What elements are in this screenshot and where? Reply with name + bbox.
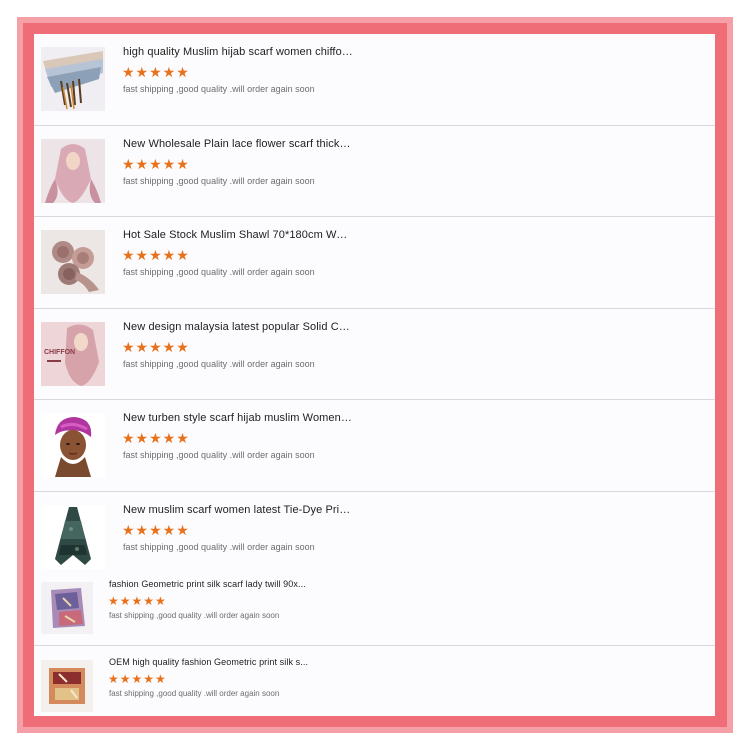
tie-dye-scarf-image — [41, 505, 105, 569]
review-comment: fast shipping ,good quality .will order … — [123, 542, 315, 552]
review-item[interactable]: New Wholesale Plain lace flower scarf th… — [34, 126, 715, 217]
star-rating: ★★★★★ — [122, 156, 190, 172]
review-item[interactable]: Hot Sale Stock Muslim Shawl 70*180cm Wom… — [34, 217, 715, 309]
oem-silk-scarf-image — [41, 660, 93, 712]
rolled-shawls-image — [41, 230, 105, 294]
review-comment: fast shipping ,good quality .will order … — [123, 450, 315, 460]
star-rating: ★★★★★ — [122, 247, 190, 263]
chiffon-scarf-bundle-image — [41, 47, 105, 111]
review-comment: fast shipping ,good quality .will order … — [123, 359, 315, 369]
product-thumbnail[interactable] — [41, 139, 105, 203]
product-title[interactable]: Hot Sale Stock Muslim Shawl 70*180cm Wom… — [123, 229, 353, 241]
product-thumbnail[interactable]: CHIFFON — [41, 322, 105, 386]
review-comment: fast shipping ,good quality .will order … — [109, 611, 280, 620]
review-comment: fast shipping ,good quality .will order … — [123, 267, 315, 277]
product-title[interactable]: OEM high quality fashion Geometric print… — [109, 657, 309, 667]
review-item[interactable]: OEM high quality fashion Geometric print… — [34, 646, 715, 716]
product-title[interactable]: New Wholesale Plain lace flower scarf th… — [123, 138, 353, 150]
review-list: high quality Muslim hijab scarf women ch… — [34, 34, 715, 716]
product-thumbnail[interactable] — [41, 230, 105, 294]
review-comment: fast shipping ,good quality .will order … — [109, 689, 280, 698]
star-rating: ★★★★★ — [108, 672, 167, 686]
lace-scarf-model-image — [41, 139, 105, 203]
star-rating: ★★★★★ — [122, 430, 190, 446]
product-title[interactable]: New turben style scarf hijab muslim Wome… — [123, 412, 353, 424]
star-rating: ★★★★★ — [122, 339, 190, 355]
turban-model-image — [41, 413, 105, 477]
product-title[interactable]: high quality Muslim hijab scarf women ch… — [123, 46, 353, 58]
product-thumbnail[interactable] — [41, 47, 105, 111]
product-thumbnail[interactable] — [41, 505, 105, 569]
product-title[interactable]: fashion Geometric print silk scarf lady … — [109, 579, 309, 589]
product-title[interactable]: New design malaysia latest popular Solid… — [123, 321, 353, 333]
geometric-silk-scarf-image — [41, 582, 93, 634]
product-title[interactable]: New muslim scarf women latest Tie-Dye Pr… — [123, 504, 353, 516]
product-thumbnail[interactable] — [41, 582, 93, 634]
review-item[interactable]: New turben style scarf hijab muslim Wome… — [34, 400, 715, 492]
star-rating: ★★★★★ — [122, 522, 190, 538]
product-thumbnail[interactable] — [41, 660, 93, 712]
product-thumbnail[interactable] — [41, 413, 105, 477]
review-comment: fast shipping ,good quality .will order … — [123, 84, 315, 94]
chiffon-hijab-model-image: CHIFFON — [41, 322, 105, 386]
review-item[interactable]: high quality Muslim hijab scarf women ch… — [34, 34, 715, 126]
review-comment: fast shipping ,good quality .will order … — [123, 176, 315, 186]
review-item[interactable]: New muslim scarf women latest Tie-Dye Pr… — [34, 492, 715, 576]
review-item[interactable]: CHIFFON New design malaysia latest popul… — [34, 309, 715, 400]
star-rating: ★★★★★ — [122, 64, 190, 80]
review-item[interactable]: fashion Geometric print silk scarf lady … — [34, 576, 715, 646]
star-rating: ★★★★★ — [108, 594, 167, 608]
chiffon-badge-text: CHIFFON — [44, 349, 75, 356]
